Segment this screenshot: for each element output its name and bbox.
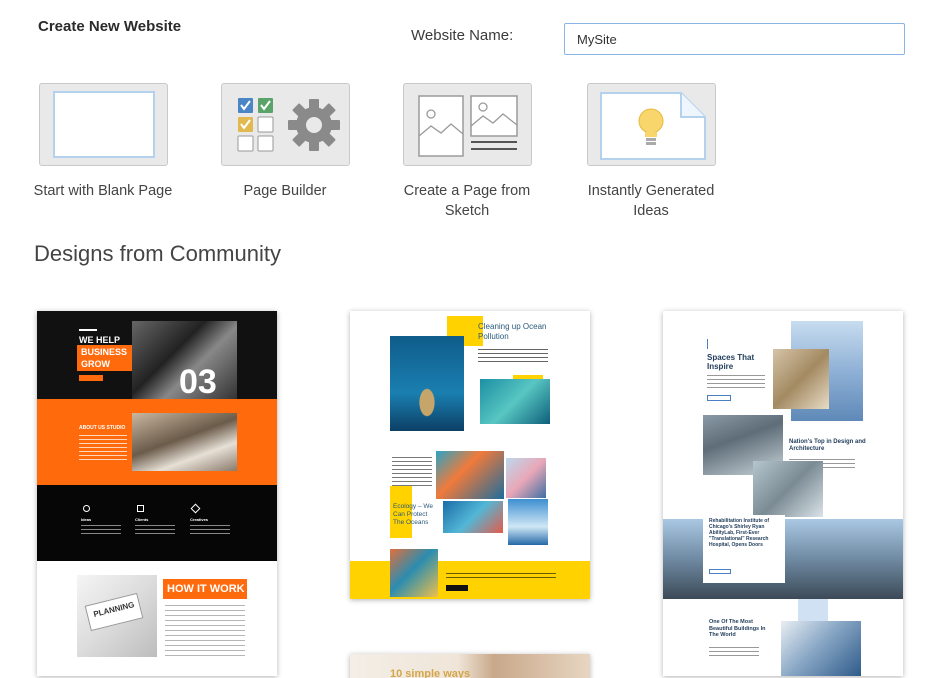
design-card-ocean[interactable]: Cleaning up Ocean Pollution Ecology – We…	[350, 311, 590, 599]
heading-accent	[707, 339, 708, 349]
option-sketch[interactable]: Create a Page from Sketch	[402, 83, 532, 221]
feature-icon-3	[190, 503, 201, 514]
food-title: 10 simple ways	[390, 668, 471, 678]
option-label: Create a Page from Sketch	[403, 183, 531, 219]
feature-text-3	[190, 525, 230, 537]
about-text	[79, 435, 127, 461]
rehab-heading: Rehabilitation Institute of Chicago's Sh…	[709, 518, 769, 548]
reef-photo	[390, 549, 438, 597]
planning-photo: PLANNING	[77, 575, 157, 657]
beautiful-heading: One Of The Most Beautiful Buildings In T…	[709, 619, 766, 638]
how-text	[165, 605, 245, 657]
fish-photo	[480, 379, 550, 424]
feature-3: Creatives	[190, 517, 209, 522]
turtle-photo	[390, 336, 464, 431]
document-lightbulb-icon	[599, 92, 706, 160]
rehab-button	[709, 569, 731, 574]
spaces-heading: Spaces That Inspire	[707, 353, 755, 371]
section-title: Designs from Community	[34, 241, 281, 266]
beautiful-text	[709, 647, 759, 657]
design-card-architecture[interactable]: Spaces That Inspire Nation's Top in Desi…	[663, 311, 903, 676]
gear-icon	[287, 99, 340, 151]
block-photo	[753, 461, 823, 517]
website-name-label: Website Name:	[411, 27, 514, 44]
ocean-title: Cleaning up Ocean Pollution	[478, 322, 547, 341]
option-blank-page[interactable]: Start with Blank Page	[34, 83, 172, 201]
design-card-business[interactable]: WE HELP BUSINESS GROW 03 ABOUT US STUDIO…	[37, 311, 277, 676]
feature-text-1	[81, 525, 121, 537]
option-ideas[interactable]: Instantly Generated Ideas	[586, 83, 716, 221]
facade-photo	[773, 349, 829, 409]
curved-building-photo	[781, 621, 861, 676]
feature-2: Clients	[135, 517, 149, 522]
sketch-thumbnail	[402, 83, 532, 166]
sketch-icon	[417, 95, 518, 157]
hero-cta-button	[79, 375, 103, 381]
intro-text	[478, 349, 548, 365]
hero-section: WE HELP BUSINESS GROW 03	[37, 311, 277, 401]
ecology-text: Ecology – We Can Protect The Oceans	[393, 503, 433, 526]
big-number: 03	[179, 363, 217, 401]
about-heading: ABOUT US STUDIO	[79, 425, 126, 431]
footer-text	[446, 573, 556, 581]
feature-icon-1	[83, 505, 90, 512]
website-name-input[interactable]	[564, 23, 905, 55]
option-label: Page Builder	[243, 183, 327, 199]
checklist-icon	[237, 98, 273, 152]
ideas-thumbnail	[586, 83, 716, 166]
coral-photo-2	[443, 501, 503, 533]
spaces-button	[707, 395, 731, 401]
page-title: Create New Website	[38, 18, 182, 35]
spaces-text	[707, 375, 765, 389]
option-page-builder[interactable]: Page Builder	[220, 83, 350, 201]
blank-page-icon	[52, 91, 155, 158]
blank-page-thumbnail	[38, 83, 168, 166]
plastic-photo	[508, 499, 548, 545]
footer-button	[446, 585, 468, 591]
features-section: Ideas Clients Creatives	[37, 485, 277, 561]
feature-icon-2	[137, 505, 144, 512]
hero-divider	[79, 329, 97, 331]
nation-heading: Nation's Top in Design and Architecture	[789, 439, 866, 452]
about-section: ABOUT US STUDIO	[37, 399, 277, 485]
option-label: Start with Blank Page	[33, 183, 173, 199]
about-photo	[132, 413, 237, 471]
hero-line1: WE HELP	[79, 335, 121, 345]
hero-line2: BUSINESS	[81, 347, 128, 357]
how-section: PLANNING HOW IT WORK	[37, 561, 277, 676]
option-label: Instantly Generated Ideas	[587, 183, 715, 219]
hero-line3: GROW	[81, 359, 110, 369]
how-heading: HOW IT WORK	[167, 583, 245, 595]
ocean-text-col	[392, 457, 432, 489]
design-card-food[interactable]: 10 simple ways	[350, 654, 590, 678]
coral-photo-1	[436, 451, 504, 499]
page-builder-thumbnail	[220, 83, 350, 166]
jellyfish-photo	[506, 458, 546, 498]
feature-text-2	[135, 525, 175, 537]
feature-1: Ideas	[81, 517, 92, 522]
